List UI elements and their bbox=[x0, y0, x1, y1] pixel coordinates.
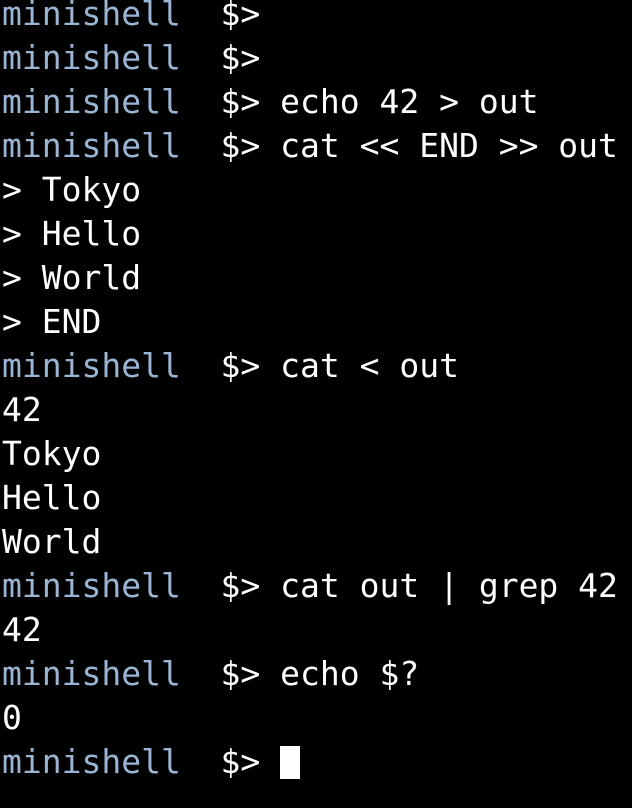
prompt-symbol: $> bbox=[180, 566, 281, 605]
command-output-text: Hello bbox=[2, 478, 102, 517]
command-text[interactable]: echo 42 > out bbox=[280, 82, 538, 121]
terminal-line: minishell $> cat out | grep 42 bbox=[2, 564, 632, 608]
prompt-hostname: minishell bbox=[2, 38, 181, 77]
prompt-symbol: $> bbox=[180, 0, 281, 33]
prompt-hostname: minishell bbox=[2, 82, 181, 121]
heredoc-prompt-symbol: > bbox=[2, 302, 42, 341]
terminal-line: Hello bbox=[2, 476, 632, 520]
terminal-line: 42 bbox=[2, 388, 632, 432]
prompt-symbol: $> bbox=[180, 346, 281, 385]
terminal-line: 0 bbox=[2, 696, 632, 740]
prompt-hostname: minishell bbox=[2, 346, 181, 385]
terminal-line: minishell $> cat < out bbox=[2, 344, 632, 388]
command-output-text: Tokyo bbox=[2, 434, 102, 473]
heredoc-input-text[interactable]: Tokyo bbox=[42, 170, 141, 209]
terminal-line: minishell $> echo 42 > out bbox=[2, 80, 632, 124]
command-output-text: 42 bbox=[2, 390, 42, 429]
heredoc-prompt-symbol: > bbox=[2, 214, 42, 253]
terminal-line: minishell $> echo $? bbox=[2, 652, 632, 696]
command-output-text: 0 bbox=[2, 698, 22, 737]
command-text[interactable]: cat < out bbox=[280, 346, 459, 385]
command-text[interactable]: cat out | grep 42 bbox=[280, 566, 618, 605]
prompt-symbol: $> bbox=[180, 82, 281, 121]
prompt-hostname: minishell bbox=[2, 566, 181, 605]
command-output-text: World bbox=[2, 522, 102, 561]
text-cursor bbox=[280, 746, 301, 779]
command-text[interactable]: echo $? bbox=[280, 654, 419, 693]
terminal-line: > World bbox=[2, 256, 632, 300]
terminal-line: Tokyo bbox=[2, 432, 632, 476]
prompt-hostname: minishell bbox=[2, 742, 181, 781]
prompt-hostname: minishell bbox=[2, 654, 181, 693]
terminal-line: World bbox=[2, 520, 632, 564]
command-output-text: 42 bbox=[2, 610, 42, 649]
prompt-hostname: minishell bbox=[2, 0, 181, 33]
heredoc-input-text[interactable]: Hello bbox=[42, 214, 141, 253]
terminal-screen[interactable]: minishell $> minishell $> minishell $> e… bbox=[2, 0, 632, 784]
terminal-line: > Hello bbox=[2, 212, 632, 256]
heredoc-input-text[interactable]: World bbox=[42, 258, 141, 297]
terminal-line: > END bbox=[2, 300, 632, 344]
terminal-line: 42 bbox=[2, 608, 632, 652]
heredoc-prompt-symbol: > bbox=[2, 170, 42, 209]
terminal-line: minishell $> bbox=[2, 740, 632, 784]
command-text[interactable]: cat << END >> out bbox=[280, 126, 618, 165]
heredoc-prompt-symbol: > bbox=[2, 258, 42, 297]
terminal-line: > Tokyo bbox=[2, 168, 632, 212]
prompt-symbol: $> bbox=[180, 126, 281, 165]
terminal-line: minishell $> cat << END >> out bbox=[2, 124, 632, 168]
heredoc-input-text[interactable]: END bbox=[42, 302, 102, 341]
prompt-symbol: $> bbox=[180, 742, 281, 781]
terminal-line: minishell $> bbox=[2, 36, 632, 80]
prompt-symbol: $> bbox=[180, 654, 281, 693]
terminal-window[interactable]: minishell $> minishell $> minishell $> e… bbox=[0, 0, 632, 808]
prompt-hostname: minishell bbox=[2, 126, 181, 165]
terminal-line: minishell $> bbox=[2, 0, 632, 36]
prompt-symbol: $> bbox=[180, 38, 281, 77]
